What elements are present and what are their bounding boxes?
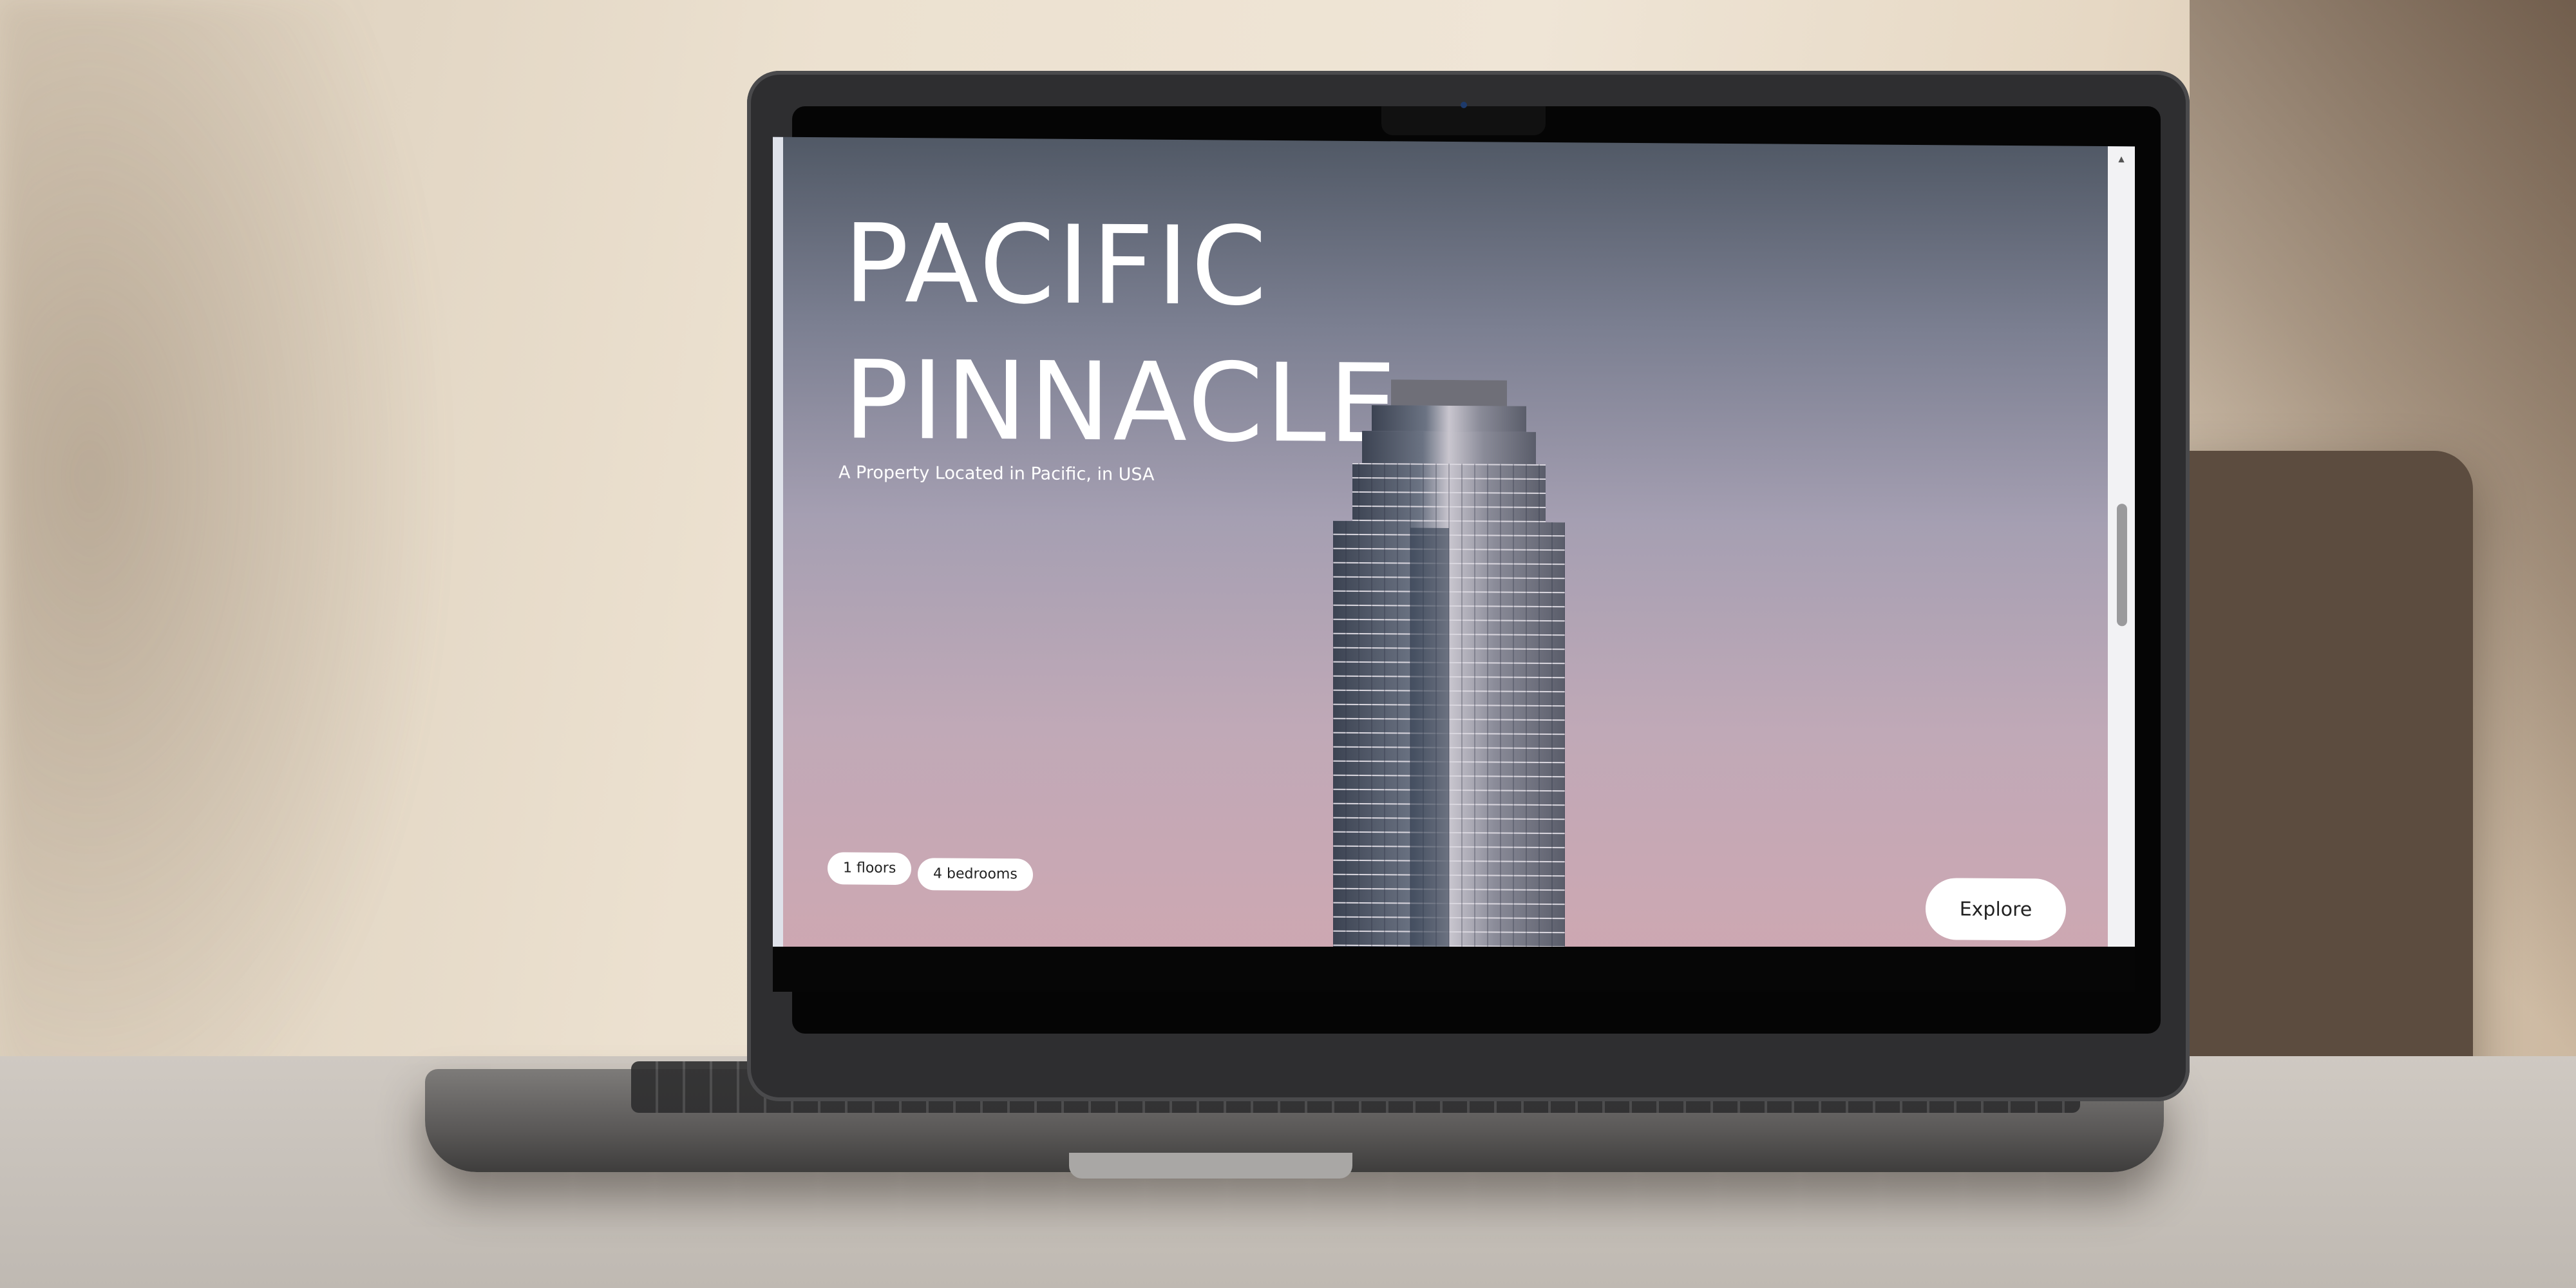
explore-button[interactable]: Explore (1926, 878, 2066, 941)
browser-viewport: PACIFIC PINNACLE A Property Located in P… (773, 137, 2135, 987)
bedrooms-badge: 4 bedrooms (918, 858, 1033, 891)
camera-notch (1381, 106, 1546, 135)
laptop-opening-notch (1069, 1153, 1352, 1179)
scrollbar-thumb[interactable] (2117, 504, 2127, 627)
window-edge (773, 137, 783, 978)
screen-bottom-bezel (773, 947, 2135, 992)
floors-badge: 1 floors (828, 852, 912, 886)
title-line-1: PACIFIC (844, 200, 1269, 330)
vertical-scrollbar[interactable]: ▲ ▼ (2108, 146, 2135, 987)
camera-icon (1461, 102, 1467, 108)
tower-image (1333, 379, 1565, 987)
plant-shadow (0, 0, 451, 1191)
page-subtitle: A Property Located in Pacific, in USA (838, 462, 1155, 485)
chevron-up-icon[interactable]: ▲ (2114, 153, 2128, 167)
